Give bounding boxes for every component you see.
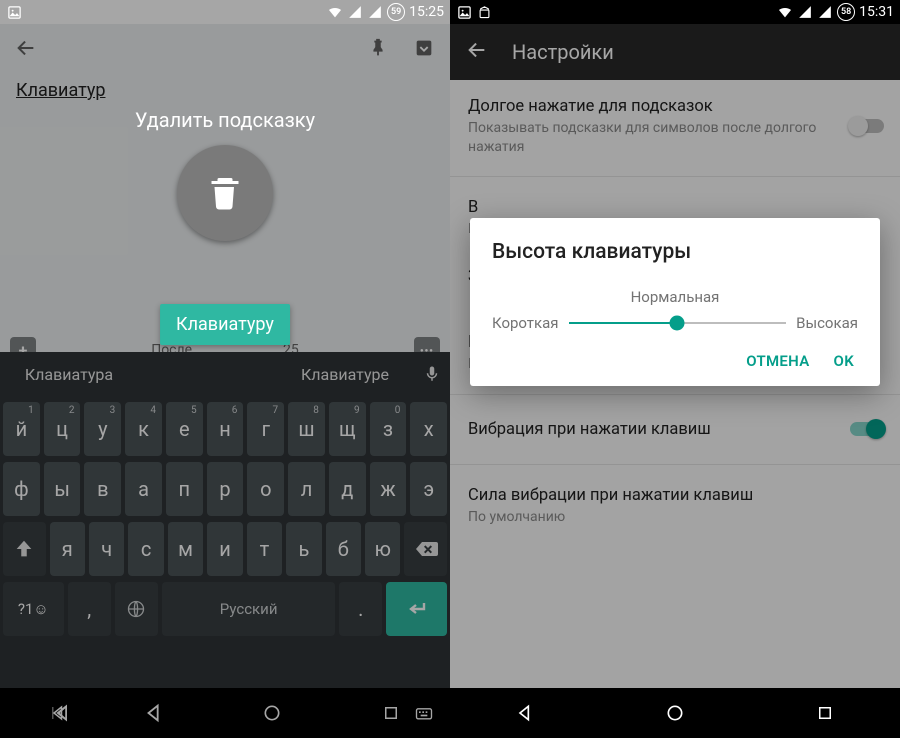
signal-icon-2 xyxy=(817,4,833,20)
trash-drop-target[interactable] xyxy=(177,145,273,241)
key-в[interactable]: в xyxy=(84,462,121,516)
status-bar: 58 15:31 xyxy=(450,0,900,24)
space-key[interactable]: Русский xyxy=(162,582,335,636)
nav-recents-icon[interactable] xyxy=(379,701,403,725)
key-а[interactable]: а xyxy=(125,462,162,516)
key-ф[interactable]: ф xyxy=(3,462,40,516)
key-и[interactable]: и xyxy=(207,522,242,576)
battery-icon: 58 xyxy=(837,3,855,21)
slider-max-label: Высокая xyxy=(796,314,858,332)
key-й[interactable]: й1 xyxy=(3,402,40,456)
key-о[interactable]: о xyxy=(247,462,284,516)
key-т[interactable]: т xyxy=(247,522,282,576)
symbols-key[interactable]: ?1☺ xyxy=(3,582,64,636)
keyboard: й1ц2у3к4е5н6г7ш8щ9з0х фывапролджэ ячсмит… xyxy=(0,396,450,688)
slider-min-label: Короткая xyxy=(492,314,559,332)
period-key[interactable]: . xyxy=(339,582,382,636)
nav-home-icon[interactable] xyxy=(663,701,687,725)
key-ь[interactable]: ь xyxy=(286,522,321,576)
trash-icon xyxy=(207,173,243,213)
key-п[interactable]: п xyxy=(166,462,203,516)
comma-key[interactable]: , xyxy=(68,582,111,636)
note-text-area[interactable]: Клавиатур xyxy=(0,72,450,109)
slider-value-label: Нормальная xyxy=(492,288,858,306)
wifi-icon xyxy=(777,4,793,20)
nav-recents-icon[interactable] xyxy=(813,701,837,725)
appbar xyxy=(0,24,450,72)
key-row-2: фывапролджэ xyxy=(3,462,447,516)
key-ы[interactable]: ы xyxy=(44,462,81,516)
key-с[interactable]: с xyxy=(128,522,163,576)
back-icon[interactable] xyxy=(14,36,38,60)
nav-home-icon[interactable] xyxy=(260,701,284,725)
key-д[interactable]: д xyxy=(329,462,366,516)
key-э[interactable]: э xyxy=(410,462,447,516)
shift-key[interactable] xyxy=(3,522,46,576)
nav-back-icon[interactable] xyxy=(47,701,71,725)
key-ш[interactable]: ш8 xyxy=(288,402,325,456)
key-е[interactable]: е5 xyxy=(166,402,203,456)
left-phone: 59 15:25 Клавиатур + После XXXXXXXXX 25 … xyxy=(0,0,450,738)
key-я[interactable]: я xyxy=(50,522,85,576)
suggestion-left[interactable]: Клавиатура xyxy=(0,365,138,384)
key-row-4: ?1☺ , Русский . xyxy=(3,582,447,636)
typed-text: Клавиатур xyxy=(16,80,105,101)
key-ю[interactable]: ю xyxy=(365,522,400,576)
ok-button[interactable]: OK xyxy=(834,352,854,370)
key-л[interactable]: л xyxy=(288,462,325,516)
key-н[interactable]: н6 xyxy=(207,402,244,456)
key-р[interactable]: р xyxy=(207,462,244,516)
key-row-1: й1ц2у3к4е5н6г7ш8щ9з0х xyxy=(3,402,447,456)
delete-hint-label: Удалить подсказку xyxy=(0,108,450,132)
key-ц[interactable]: ц2 xyxy=(44,402,81,456)
status-time: 15:31 xyxy=(859,4,894,20)
backspace-key[interactable] xyxy=(404,522,447,576)
wifi-icon xyxy=(327,4,343,20)
battery-icon: 59 xyxy=(387,3,405,21)
archive-icon[interactable] xyxy=(412,36,436,60)
gallery-icon xyxy=(456,4,472,20)
key-щ[interactable]: щ9 xyxy=(329,402,366,456)
suggestion-right[interactable]: Клавиатуре xyxy=(276,365,414,384)
status-time: 15:25 xyxy=(409,4,444,20)
play-store-icon xyxy=(476,4,492,20)
key-б[interactable]: б xyxy=(326,522,361,576)
key-м[interactable]: м xyxy=(168,522,203,576)
keyboard-height-dialog: Высота клавиатуры Нормальная Короткая Вы… xyxy=(470,218,880,386)
key-у[interactable]: у3 xyxy=(84,402,121,456)
cancel-button[interactable]: ОТМЕНА xyxy=(746,352,809,370)
nav-back-icon[interactable] xyxy=(513,701,537,725)
dragged-suggestion-chip[interactable]: Клавиатуру xyxy=(160,304,290,345)
key-з[interactable]: з0 xyxy=(370,402,407,456)
signal-icon xyxy=(347,4,363,20)
right-phone: 58 15:31 Настройки Долгое нажатие для по… xyxy=(450,0,900,738)
height-slider[interactable] xyxy=(569,322,787,324)
slider-thumb[interactable] xyxy=(670,316,685,331)
key-г[interactable]: г7 xyxy=(247,402,284,456)
key-к[interactable]: к4 xyxy=(125,402,162,456)
globe-key[interactable] xyxy=(115,582,158,636)
nav-keyboard-switch-icon[interactable] xyxy=(412,701,436,725)
key-ч[interactable]: ч xyxy=(89,522,124,576)
nav-bar xyxy=(0,688,450,738)
status-bar: 59 15:25 xyxy=(0,0,450,24)
nav-bar xyxy=(450,688,900,738)
key-х[interactable]: х xyxy=(410,402,447,456)
gallery-icon xyxy=(6,4,22,20)
dialog-title: Высота клавиатуры xyxy=(492,240,858,264)
pin-icon[interactable] xyxy=(366,36,390,60)
key-row-3: ячсмитьбю xyxy=(3,522,447,576)
nav-back-icon[interactable] xyxy=(142,701,166,725)
signal-icon-2 xyxy=(367,4,383,20)
signal-icon xyxy=(797,4,813,20)
enter-key[interactable] xyxy=(386,582,447,636)
mic-icon[interactable] xyxy=(414,365,450,383)
suggestion-row: Клавиатура Клавиатуре xyxy=(0,352,450,396)
key-ж[interactable]: ж xyxy=(370,462,407,516)
